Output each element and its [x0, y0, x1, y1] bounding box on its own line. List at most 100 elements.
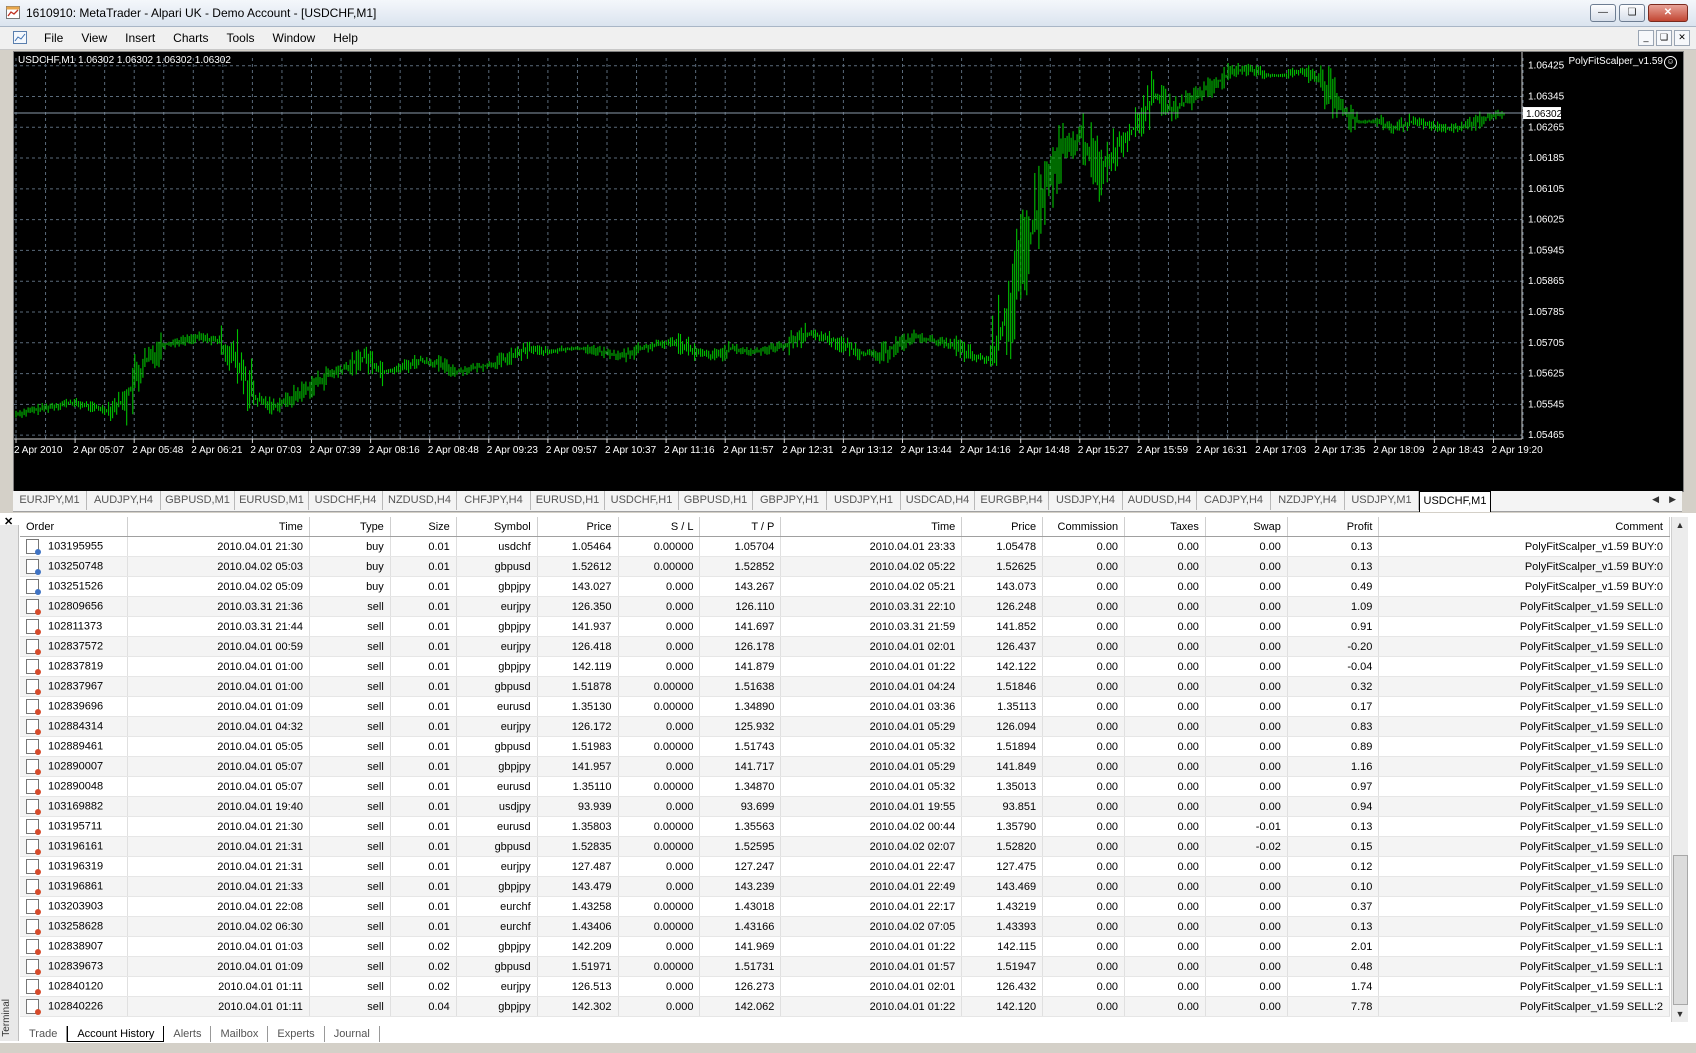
- history-scrollbar[interactable]: ▲ ▼: [1671, 517, 1688, 1022]
- table-row[interactable]: 102839696 2010.04.01 01:09 sell 0.01 eurusd 1…: [20, 696, 1670, 717]
- column-header-price-5[interactable]: Price: [537, 517, 619, 537]
- scroll-thumb[interactable]: [1673, 855, 1688, 1005]
- column-header-time-8[interactable]: Time: [780, 517, 963, 537]
- chart-tab-audjpy-h4[interactable]: AUDJPY,H4: [87, 491, 161, 510]
- table-row[interactable]: 103196861 2010.04.01 21:33 sell 0.01 gbpjpy 1…: [20, 876, 1670, 897]
- terminal-tab-journal[interactable]: Journal: [325, 1026, 380, 1042]
- menu-charts[interactable]: Charts: [164, 31, 217, 45]
- table-row[interactable]: 103258628 2010.04.02 06:30 sell 0.01 eurchf 1…: [20, 916, 1670, 937]
- column-header-profit-13[interactable]: Profit: [1287, 517, 1380, 537]
- child-close-button[interactable]: ✕: [1674, 30, 1690, 46]
- column-header-taxes-11[interactable]: Taxes: [1124, 517, 1206, 537]
- chart-tab-eurgbp-h4[interactable]: EURGBP,H4: [975, 491, 1049, 510]
- cell-value: eurchf: [500, 920, 531, 933]
- restore-button[interactable]: ❏: [1619, 4, 1645, 22]
- cell-value: -0.01: [1255, 820, 1281, 833]
- column-header-time-1[interactable]: Time: [127, 517, 310, 537]
- menu-window[interactable]: Window: [264, 31, 325, 45]
- table-row[interactable]: 102837967 2010.04.01 01:00 sell 0.01 gbpusd 1…: [20, 676, 1670, 697]
- table-row[interactable]: 103251526 2010.04.02 05:09 buy 0.01 gbpjpy 14…: [20, 576, 1670, 597]
- table-row[interactable]: 102839673 2010.04.01 01:09 sell 0.02 gbpusd 1…: [20, 956, 1670, 977]
- cell-value: 0.00: [1177, 760, 1199, 773]
- table-row[interactable]: 102809656 2010.03.31 21:36 sell 0.01 eurjpy 1…: [20, 596, 1670, 617]
- chart-tab-nzdjpy-h4[interactable]: NZDJPY,H4: [1271, 491, 1345, 510]
- chart-tab-usdchf-h1[interactable]: USDCHF,H1: [605, 491, 679, 510]
- table-row[interactable]: 102840226 2010.04.01 01:11 sell 0.04 gbpjpy 1…: [20, 996, 1670, 1017]
- chart-tab-gbpusd-h1[interactable]: GBPUSD,H1: [679, 491, 753, 510]
- table-row[interactable]: 103196319 2010.04.01 21:31 sell 0.01 eurjpy 1…: [20, 856, 1670, 877]
- chart-tab-usdjpy-h4[interactable]: USDJPY,H4: [1049, 491, 1123, 510]
- column-header-symbol-4[interactable]: Symbol: [456, 517, 538, 537]
- table-row[interactable]: 102840120 2010.04.01 01:11 sell 0.02 eurjpy 1…: [20, 976, 1670, 997]
- chart-tab-usdjpy-m1[interactable]: USDJPY,M1: [1345, 491, 1419, 510]
- terminal-tab-experts[interactable]: Experts: [268, 1026, 325, 1042]
- child-restore-button[interactable]: ❏: [1656, 30, 1672, 46]
- chart-tab-cadjpy-h4[interactable]: CADJPY,H4: [1197, 491, 1271, 510]
- cell-value: 0.000: [665, 860, 694, 873]
- price-chart[interactable]: 1.06425 1.06345 1.06265 1.06185 1.06105 1.060…: [13, 51, 1684, 492]
- terminal-tab-account-history[interactable]: Account History: [67, 1026, 165, 1042]
- table-row[interactable]: 103169882 2010.04.01 19:40 sell 0.01 usdjpy 9…: [20, 796, 1670, 817]
- cell-order: 102811373: [20, 616, 128, 637]
- scroll-up-icon[interactable]: ▲: [1672, 517, 1688, 533]
- chart-tab-chfjpy-h4[interactable]: CHFJPY,H4: [457, 491, 531, 510]
- table-row[interactable]: 102837572 2010.04.01 00:59 sell 0.01 eurjpy 1…: [20, 636, 1670, 657]
- table-row[interactable]: 103196161 2010.04.01 21:31 sell 0.01 gbpusd 1…: [20, 836, 1670, 857]
- table-row[interactable]: 103203903 2010.04.01 22:08 sell 0.01 eurchf 1…: [20, 896, 1670, 917]
- chart-tab-usdchf-h4[interactable]: USDCHF,H4: [309, 491, 383, 510]
- table-row[interactable]: 102889461 2010.04.01 05:05 sell 0.01 gbpusd 1…: [20, 736, 1670, 757]
- menu-insert[interactable]: Insert: [116, 31, 164, 45]
- chart-tab-audusd-h4[interactable]: AUDUSD,H4: [1123, 491, 1197, 510]
- chart-tab-gbpjpy-h1[interactable]: GBPJPY,H1: [753, 491, 827, 510]
- cell-value: 0.00: [1259, 920, 1281, 933]
- cell-value: 0.00: [1096, 900, 1119, 913]
- table-row[interactable]: 103250748 2010.04.02 05:03 buy 0.01 gbpusd 1.…: [20, 556, 1670, 577]
- column-header-tp-7[interactable]: T / P: [699, 517, 782, 537]
- child-minimize-button[interactable]: _: [1638, 30, 1654, 46]
- scroll-down-icon[interactable]: ▼: [1672, 1006, 1688, 1022]
- tab-scroll-right-icon[interactable]: ▶: [1669, 494, 1676, 505]
- table-row[interactable]: 102811373 2010.03.31 21:44 sell 0.01 gbpjpy 1…: [20, 616, 1670, 637]
- column-header-order-0[interactable]: Order: [20, 517, 128, 537]
- menu-view[interactable]: View: [72, 31, 116, 45]
- table-row[interactable]: 103195955 2010.04.01 21:30 buy 0.01 usdchf 1.…: [20, 536, 1670, 557]
- chart-tab-usdcad-h4[interactable]: USDCAD,H4: [901, 491, 975, 510]
- column-header-sl-6[interactable]: S / L: [618, 517, 701, 537]
- table-row[interactable]: 102890007 2010.04.01 05:07 sell 0.01 gbpjpy 1…: [20, 756, 1670, 777]
- table-row[interactable]: 102884314 2010.04.01 04:32 sell 0.01 eurjpy 1…: [20, 716, 1670, 737]
- table-row[interactable]: 103195711 2010.04.01 21:30 sell 0.01 eurusd 1…: [20, 816, 1670, 837]
- close-button[interactable]: ✕: [1648, 4, 1688, 22]
- chart-document-icon[interactable]: [12, 30, 28, 45]
- table-row[interactable]: 102890048 2010.04.01 05:07 sell 0.01 eurusd 1…: [20, 776, 1670, 797]
- minimize-button[interactable]: —: [1590, 4, 1616, 22]
- chart-tab-usdjpy-h1[interactable]: USDJPY,H1: [827, 491, 901, 510]
- cell-value: eurjpy: [500, 720, 531, 733]
- terminal-tab-trade[interactable]: Trade: [20, 1026, 68, 1042]
- column-header-swap-12[interactable]: Swap: [1205, 517, 1288, 537]
- cell-value: gbpusd: [494, 560, 531, 573]
- cell-value: 0.00: [1259, 860, 1281, 873]
- chart-tab-eurjpy-m1[interactable]: EURJPY,M1: [13, 491, 87, 510]
- cell-value: 2010.04.01 01:22: [869, 940, 956, 953]
- cell-value: gbpusd: [494, 680, 531, 693]
- menu-help[interactable]: Help: [324, 31, 367, 45]
- chart-tab-usdchf-m1[interactable]: USDCHF,M1: [1419, 491, 1491, 512]
- table-row[interactable]: 102838907 2010.04.01 01:03 sell 0.02 gbpjpy 1…: [20, 936, 1670, 957]
- chart-tab-nzdusd-h4[interactable]: NZDUSD,H4: [383, 491, 457, 510]
- column-header-type-2[interactable]: Type: [309, 517, 391, 537]
- cell-sl: 0.00000: [618, 836, 701, 857]
- tab-scroll-left-icon[interactable]: ◀: [1652, 494, 1659, 505]
- column-header-commission-10[interactable]: Commission: [1042, 517, 1126, 537]
- chart-tab-eurusd-m1[interactable]: EURUSD,M1: [235, 491, 309, 510]
- terminal-tab-alerts[interactable]: Alerts: [164, 1026, 212, 1042]
- table-row[interactable]: 102837819 2010.04.01 01:00 sell 0.01 gbpjpy 1…: [20, 656, 1670, 677]
- menu-tools[interactable]: Tools: [218, 31, 264, 45]
- terminal-tab-mailbox[interactable]: Mailbox: [211, 1026, 269, 1042]
- cell-size: 0.04: [390, 996, 457, 1017]
- column-header-price-9[interactable]: Price: [961, 517, 1044, 537]
- column-header-size-3[interactable]: Size: [390, 517, 457, 537]
- column-header-comment-14[interactable]: Comment: [1378, 517, 1670, 537]
- menu-file[interactable]: File: [35, 31, 72, 45]
- chart-tab-gbpusd-m1[interactable]: GBPUSD,M1: [161, 491, 235, 510]
- chart-tab-eurusd-h1[interactable]: EURUSD,H1: [531, 491, 605, 510]
